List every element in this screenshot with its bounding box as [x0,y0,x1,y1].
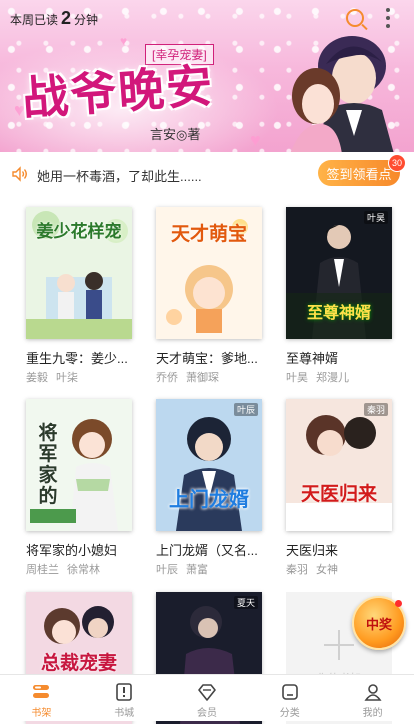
book-title: 重生九零：姜少... [26,351,128,366]
book-tags: 乔侨 萧御琛 [156,369,227,385]
book-cover[interactable]: 至尊神婿 叶昊 [286,207,392,339]
cover-title: 天才萌宝 [170,223,247,245]
featured-banner[interactable]: ♥ ♥ ♥ 本周已读 2 分钟 [幸孕宠妻] 战爷晚安 言安◎著 [0,0,414,152]
book-title: 上门龙婿（又名... [156,543,258,558]
bottom-tab-bar: 书架 书城 会员 分类 我的 [0,674,414,721]
notice-bar: 她用一杯毒酒，了却此生...... 签到领看点 30 [0,152,414,196]
cover-author-tag: 秦羽 [363,403,388,416]
heart-icon: ♥ [120,34,128,48]
cover-author-tag: 叶辰 [233,403,258,416]
book-cover[interactable]: 天才萌宝 [156,207,262,339]
reading-prefix: 本周已读 [10,13,59,27]
tab-profile[interactable]: 我的 [331,675,414,721]
book-tag: 周桂兰 [26,564,59,576]
tab-label: 书城 [114,708,135,719]
book-tag: 女神 [316,564,338,576]
checkin-badge: 30 [388,154,406,172]
cover-title: 至尊神婿 [306,303,371,322]
cover-author-tag: 叶昊 [363,211,388,224]
book-tag: 乔侨 [156,372,178,384]
book-tag: 叶柒 [56,372,78,384]
tab-category[interactable]: 分类 [248,675,331,721]
speaker-icon [12,166,27,182]
book-cover[interactable]: 将军家的 [26,399,132,531]
book-tag: 姜毅 [26,372,48,384]
book-tag: 郑漫儿 [316,372,349,384]
book-cover[interactable]: 天医归来 秦羽 [286,399,392,531]
book-cover[interactable]: 姜少花样宠 [26,207,132,339]
heart-icon: ♥ [250,130,261,150]
book-tags: 叶昊 郑漫儿 [286,369,357,385]
bookshelf-icon [33,685,50,698]
weekly-reading-stat: 本周已读 2 分钟 [10,8,98,29]
diamond-icon [198,684,216,701]
plus-icon [324,630,354,660]
tab-bookshelf[interactable]: 书架 [0,675,83,721]
book-tag: 萧富 [186,564,208,576]
banner-title: 战爷晚安 [20,58,216,126]
book-tag: 叶辰 [156,564,178,576]
tab-label: 我的 [362,708,383,719]
book-tags: 叶辰 萧富 [156,561,216,577]
book-tag: 叶昊 [286,372,308,384]
tab-label: 会员 [196,708,217,719]
book-cover[interactable]: 上门龙婿 叶辰 [156,399,262,531]
cover-title: 总裁宠妻 [40,652,117,674]
cover-title: 天医归来 [300,483,377,505]
notification-dot [395,600,402,607]
more-menu-icon[interactable] [386,8,390,28]
tab-label: 书架 [31,708,52,719]
book-title: 天医归来 [286,543,339,558]
book-tags: 姜毅 叶柒 [26,369,86,385]
banner-couple-illustration [290,36,394,152]
banner-author: 言安◎著 [150,127,201,142]
tab-label: 分类 [279,708,300,719]
reading-unit: 分钟 [74,13,99,27]
profile-icon [364,684,382,701]
search-icon[interactable] [346,9,364,27]
book-tag: 秦羽 [286,564,308,576]
book-title: 将军家的小媳妇 [26,543,118,558]
cover-author-tag: 夏天 [233,596,258,609]
notice-text[interactable]: 她用一杯毒酒，了却此生...... [37,166,202,185]
reading-minutes: 2 [61,8,72,28]
book-tags: 秦羽 女神 [286,561,346,577]
book-tag: 徐常林 [67,564,100,576]
bookstore-icon [116,683,132,701]
tab-bookstore[interactable]: 书城 [83,675,166,721]
tab-membership[interactable]: 会员 [166,675,249,721]
cover-title: 将军家的 [38,422,58,507]
category-icon [281,684,298,700]
cover-title: 姜少花样宠 [36,222,122,242]
book-tag: 萧御琛 [186,372,219,384]
book-title: 天才萌宝：爹地... [156,351,258,366]
book-title: 至尊神婿 [286,351,339,366]
cover-title: 上门龙婿 [169,487,249,511]
book-tags: 周桂兰 徐常林 [26,561,108,577]
